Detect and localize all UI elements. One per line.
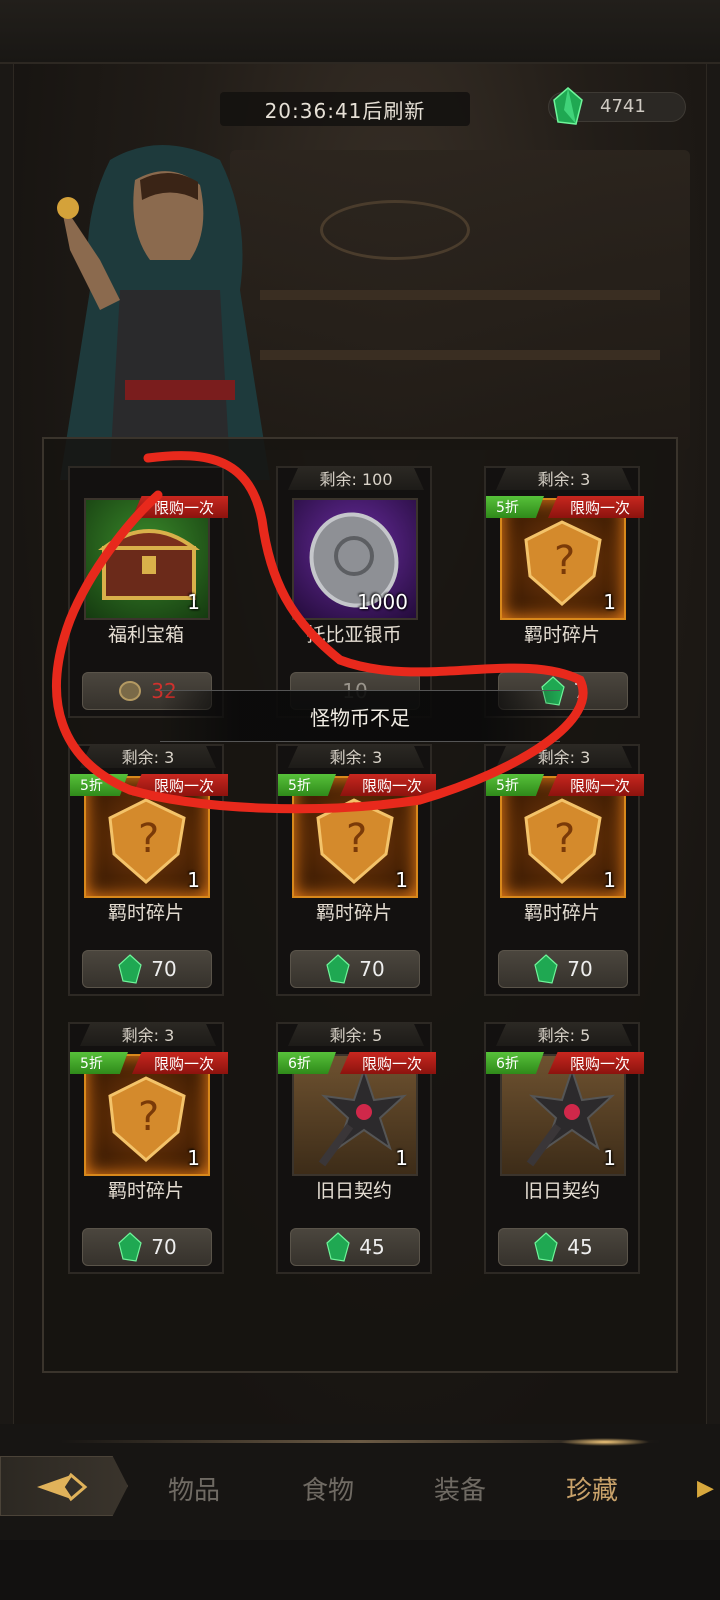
gold-coin-icon xyxy=(57,197,79,219)
item-name: 羁时碎片 xyxy=(107,1180,184,1202)
remaining-stock-label: 剩余: 5 xyxy=(496,1022,632,1046)
item-name: 旧日契约 xyxy=(523,1180,600,1202)
item-icon-frame: 1000 xyxy=(292,498,418,620)
item-name: 旧日契约 xyxy=(315,1180,392,1202)
shop-shelf xyxy=(260,350,660,360)
active-tab-glow xyxy=(560,1438,650,1446)
item-name: 羁时碎片 xyxy=(315,902,392,924)
remaining-stock-label: 剩余: 3 xyxy=(496,744,632,768)
remaining-stock-label: 剩余: 5 xyxy=(288,1022,424,1046)
item-name: 羁时碎片 xyxy=(107,902,184,924)
shop-item-card[interactable]: 剩余: 5 1 6折 限购一次旧日契约 45 xyxy=(484,1022,644,1274)
merchant-character xyxy=(57,145,270,480)
shop-shelf xyxy=(260,290,660,300)
item-quantity: 1 xyxy=(187,590,200,614)
item-name: 福利宝箱 xyxy=(107,624,184,646)
price-value: 70 xyxy=(151,1235,177,1259)
shop-item-card[interactable]: 剩余: 3? 1 5折 限购一次羁时碎片 70 xyxy=(276,744,436,996)
green-gem-icon xyxy=(534,954,558,984)
monster-coin-icon xyxy=(119,681,142,701)
item-quantity: 1 xyxy=(187,1146,200,1170)
discount-badge: 5折 xyxy=(486,774,544,796)
left-frame xyxy=(0,64,14,1424)
item-name: 羁时碎片 xyxy=(523,624,600,646)
tab-items[interactable]: 物品 xyxy=(168,1470,220,1507)
purchase-limit-badge: 限购一次 xyxy=(548,1052,644,1074)
price-value: 45 xyxy=(359,1235,385,1259)
discount-badge: 5折 xyxy=(278,774,336,796)
purchase-limit-badge: 限购一次 xyxy=(548,774,644,796)
next-tab-arrow-icon[interactable]: ▶ xyxy=(697,1476,714,1501)
insufficient-currency-toast: 怪物币不足 xyxy=(160,690,560,742)
shop-item-card[interactable]: 剩余: 3? 1 5折 限购一次羁时碎片 70 xyxy=(68,744,228,996)
svg-text:?: ? xyxy=(554,538,575,584)
discount-badge: 6折 xyxy=(486,1052,544,1074)
purchase-limit-badge: 限购一次 xyxy=(132,774,228,796)
purchase-limit-badge: 限购一次 xyxy=(340,774,436,796)
green-gem-icon xyxy=(553,87,583,125)
item-quantity: 1 xyxy=(395,1146,408,1170)
price-value: 70 xyxy=(359,957,385,981)
buy-price-button[interactable]: 70 xyxy=(290,950,420,988)
remaining-stock-label: 剩余: 3 xyxy=(288,744,424,768)
item-quantity: 1 xyxy=(395,868,408,892)
svg-text:?: ? xyxy=(138,816,159,862)
purchase-limit-badge: 限购一次 xyxy=(340,1052,436,1074)
back-arrow-icon xyxy=(37,1472,88,1502)
remaining-stock-label: 剩余: 100 xyxy=(288,466,424,490)
buy-price-button[interactable]: 70 xyxy=(498,950,628,988)
green-gem-icon xyxy=(534,1232,558,1262)
back-button[interactable] xyxy=(0,1456,128,1516)
item-name: 托比亚银币 xyxy=(306,624,402,646)
gem-balance-value: 4741 xyxy=(600,96,646,117)
svg-text:?: ? xyxy=(138,1094,159,1140)
buy-price-button[interactable]: 70 xyxy=(82,950,212,988)
item-name: 羁时碎片 xyxy=(523,902,600,924)
purchase-limit-badge: 限购一次 xyxy=(548,496,644,518)
discount-badge: 5折 xyxy=(486,496,544,518)
discount-badge: 6折 xyxy=(278,1052,336,1074)
item-quantity: 1000 xyxy=(357,590,408,614)
green-gem-icon xyxy=(326,954,350,984)
tab-collection[interactable]: 珍藏 xyxy=(566,1470,618,1507)
discount-badge: 5折 xyxy=(70,774,128,796)
tab-equipment[interactable]: 装备 xyxy=(434,1470,486,1507)
svg-text:?: ? xyxy=(554,816,575,862)
buy-price-button[interactable]: 45 xyxy=(498,1228,628,1266)
shop-item-card[interactable]: 1限购一次福利宝箱32 xyxy=(68,466,228,718)
shop-item-card[interactable]: 剩余: 1001000托比亚银币10 xyxy=(276,466,432,718)
remaining-stock-label: 剩余: 3 xyxy=(496,466,632,490)
price-value: 70 xyxy=(151,957,177,981)
svg-text:?: ? xyxy=(346,816,367,862)
green-gem-icon xyxy=(118,954,142,984)
price-value: 45 xyxy=(567,1235,593,1259)
green-gem-icon xyxy=(118,1232,142,1262)
buy-price-button[interactable]: 45 xyxy=(290,1228,420,1266)
chandelier xyxy=(320,200,470,260)
price-value: 70 xyxy=(567,957,593,981)
shop-item-card[interactable]: 剩余: 5 1 6折 限购一次旧日契约 45 xyxy=(276,1022,436,1274)
top-frame xyxy=(0,0,720,64)
remaining-stock-label: 剩余: 3 xyxy=(80,744,216,768)
price-value: 7 xyxy=(573,679,587,703)
shop-item-card[interactable]: 剩余: 3? 1 5折 限购一次羁时碎片 70 xyxy=(68,1022,228,1274)
purchase-limit-badge: 限购一次 xyxy=(132,496,228,518)
item-quantity: 1 xyxy=(603,1146,616,1170)
system-nav-bar xyxy=(0,1540,720,1600)
refresh-timer: 20:36:41后刷新 xyxy=(220,92,470,126)
shop-item-card[interactable]: 剩余: 3? 1 5折 限购一次羁时碎片 7 xyxy=(484,466,644,718)
right-frame xyxy=(706,64,720,1424)
item-quantity: 1 xyxy=(603,590,616,614)
remaining-stock-label: 剩余: 3 xyxy=(80,1022,216,1046)
green-gem-icon xyxy=(326,1232,350,1262)
purchase-limit-badge: 限购一次 xyxy=(132,1052,228,1074)
tab-food[interactable]: 食物 xyxy=(302,1470,354,1507)
discount-badge: 5折 xyxy=(70,1052,128,1074)
buy-price-button[interactable]: 70 xyxy=(82,1228,212,1266)
shop-item-card[interactable]: 剩余: 3? 1 5折 限购一次羁时碎片 70 xyxy=(484,744,644,996)
item-quantity: 1 xyxy=(187,868,200,892)
item-quantity: 1 xyxy=(603,868,616,892)
